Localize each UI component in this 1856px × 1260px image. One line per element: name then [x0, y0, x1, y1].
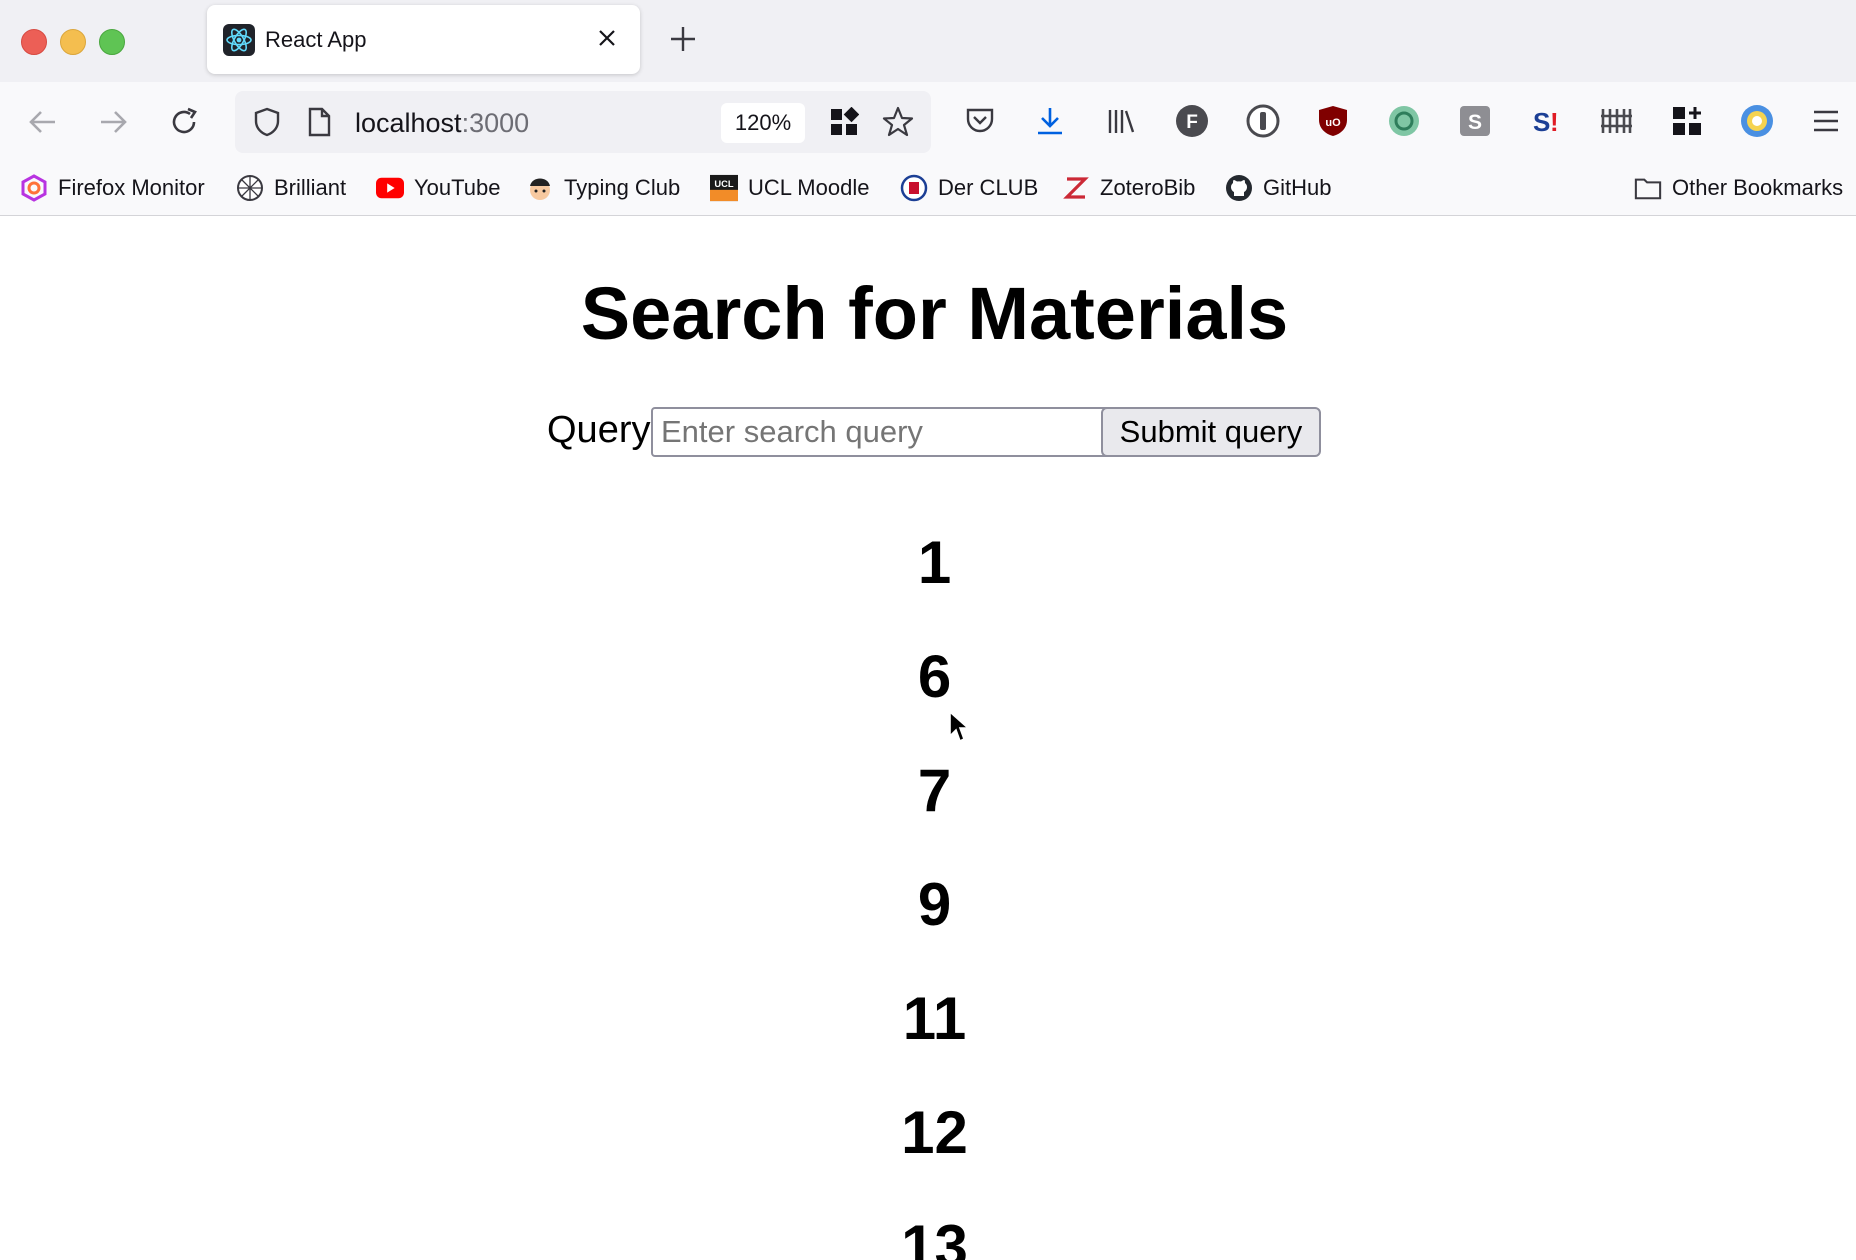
url-host: localhost: [355, 108, 462, 138]
bookmarks-toolbar: Firefox Monitor Brilliant YouTube Typing…: [0, 162, 1856, 216]
bookmark-label: Typing Club: [564, 175, 681, 200]
url-text[interactable]: localhost:3000: [355, 108, 529, 139]
zoterobib-icon: [1062, 174, 1090, 202]
extension-f-icon[interactable]: F: [1174, 103, 1210, 139]
other-bookmarks-label: Other Bookmarks: [1672, 175, 1844, 200]
result-item: 12: [901, 1099, 968, 1166]
library-icon[interactable]: [1103, 103, 1139, 139]
result-item: 11: [902, 985, 967, 1052]
react-logo-icon: [223, 24, 255, 56]
back-button[interactable]: [21, 100, 65, 144]
result-item: 7: [917, 757, 952, 824]
pocket-icon[interactable]: [962, 103, 998, 139]
shield-icon[interactable]: [251, 106, 283, 143]
tab-title: React App: [265, 27, 367, 52]
results-list: 1 6 7 9 11 12 13: [0, 506, 1856, 1260]
bookmark-label: YouTube: [414, 175, 501, 200]
bookmark-firefox-monitor[interactable]: Firefox Monitor: [20, 172, 205, 204]
query-label: Query: [547, 409, 651, 451]
result-item: 1: [917, 529, 952, 596]
reload-button[interactable]: [162, 100, 206, 144]
zoom-level-badge[interactable]: 120%: [721, 103, 805, 143]
browser-tab-active[interactable]: React App: [207, 5, 640, 74]
page-viewport: Search for Materials Query Submit query …: [0, 216, 1856, 1260]
mouse-pointer-icon: [948, 710, 972, 749]
qr-code-icon[interactable]: [829, 106, 860, 142]
new-tab-button[interactable]: [665, 21, 701, 57]
github-icon: [1225, 174, 1253, 202]
bookmark-label: ZoteroBib: [1100, 175, 1196, 200]
bookmark-label: Der CLUB: [938, 175, 1039, 200]
navigation-toolbar: localhost:3000 120% F uO S S!: [0, 82, 1856, 162]
bookmark-label: Firefox Monitor: [58, 175, 205, 200]
forward-button[interactable]: [91, 100, 135, 144]
folder-icon: [1634, 174, 1662, 202]
svg-text:UCL: UCL: [714, 179, 733, 189]
svg-text:S: S: [1468, 111, 1482, 134]
svg-text:S: S: [1533, 107, 1550, 137]
youtube-icon: [376, 174, 404, 202]
address-bar[interactable]: localhost:3000 120%: [235, 91, 931, 153]
page-info-icon[interactable]: [305, 106, 333, 143]
browser-titlebar: React App: [0, 0, 1856, 82]
brilliant-icon: [236, 174, 264, 202]
bookmark-typing-club[interactable]: Typing Club: [526, 172, 680, 204]
bookmark-label: GitHub: [1263, 175, 1332, 200]
result-item: 9: [917, 871, 952, 938]
sci-hub-icon[interactable]: S!: [1528, 103, 1564, 139]
result-item: 13: [901, 1213, 968, 1260]
bookmark-label: Brilliant: [274, 175, 347, 200]
svg-text:uO: uO: [1325, 117, 1341, 129]
search-input[interactable]: [651, 407, 1117, 457]
fence-extension-icon[interactable]: [1598, 103, 1634, 139]
green-circle-extension-icon[interactable]: [1386, 103, 1422, 139]
profile-avatar-icon[interactable]: [1739, 103, 1775, 139]
reload-icon: [172, 107, 197, 134]
close-window-button[interactable]: [21, 29, 47, 55]
submit-query-button[interactable]: Submit query: [1101, 407, 1321, 457]
svg-text:!: !: [1550, 107, 1559, 137]
maximize-window-button[interactable]: [99, 29, 125, 55]
extensions-grid-icon[interactable]: [1669, 103, 1705, 139]
bookmark-github[interactable]: GitHub: [1225, 172, 1331, 204]
forward-arrow-icon: [101, 111, 127, 133]
minimize-window-button[interactable]: [60, 29, 86, 55]
page-title: Search for Materials: [580, 272, 1289, 355]
onepassword-icon[interactable]: [1245, 103, 1281, 139]
bookmark-zoterobib[interactable]: ZoteroBib: [1062, 172, 1195, 204]
bookmark-ucl-moodle[interactable]: UCL UCL Moodle: [710, 172, 869, 204]
downloads-icon[interactable]: [1032, 103, 1068, 139]
result-item: 6: [917, 643, 952, 710]
bookmark-star-icon[interactable]: [881, 105, 915, 144]
svg-text:F: F: [1186, 112, 1198, 133]
other-bookmarks-folder[interactable]: Other Bookmarks: [1634, 172, 1843, 204]
hamburger-menu-icon[interactable]: [1808, 103, 1844, 139]
der-club-icon: [900, 174, 928, 202]
ublock-origin-icon[interactable]: uO: [1315, 103, 1351, 139]
ucl-moodle-icon: UCL: [710, 174, 738, 202]
bookmark-youtube[interactable]: YouTube: [376, 172, 500, 204]
bookmark-label: UCL Moodle: [748, 175, 870, 200]
s-square-extension-icon[interactable]: S: [1457, 103, 1493, 139]
url-port: :3000: [461, 108, 530, 138]
close-tab-icon[interactable]: [592, 23, 622, 53]
bookmark-der-club[interactable]: Der CLUB: [900, 172, 1038, 204]
firefox-monitor-icon: [20, 174, 48, 202]
typing-club-icon: [526, 174, 554, 202]
bookmark-brilliant[interactable]: Brilliant: [236, 172, 346, 204]
back-arrow-icon: [29, 111, 55, 133]
